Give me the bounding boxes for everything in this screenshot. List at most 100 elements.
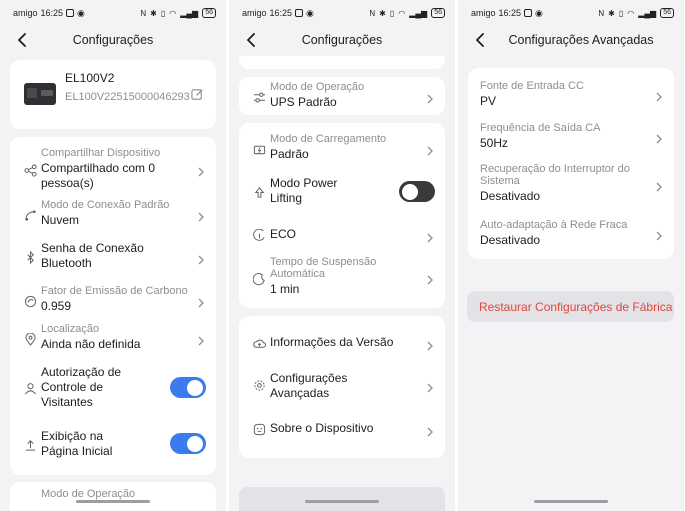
notification-icon: ◉ xyxy=(535,7,543,18)
page-header: Configurações Avançadas xyxy=(458,27,684,53)
location-value: Ainda não definida xyxy=(41,337,141,351)
location-pin-icon xyxy=(22,331,38,347)
charging-card: Modo de Carregamento Padrão Modo Power L… xyxy=(239,123,445,308)
instagram-icon xyxy=(66,9,75,17)
device-info-icon xyxy=(251,421,267,437)
settings-screen-1: amigo 16:25 ◉ N ✱ ▯ ◠ ▂▄▆ 56 Configuraçõ… xyxy=(0,0,226,511)
nfc-icon: N xyxy=(598,8,605,18)
device-image xyxy=(24,83,56,105)
operation-mode-label: Modo de Operação xyxy=(270,81,365,93)
version-info-label: Informações da Versão xyxy=(270,335,394,349)
status-bar: amigo 16:25 ◉ N ✱ ▯ ◠ ▂▄▆ 56 xyxy=(242,6,445,20)
chevron-right-icon xyxy=(198,333,206,346)
about-device-row[interactable]: Sobre o Dispositivo xyxy=(239,418,445,440)
carbon-label: Fator de Emissão de Carbono xyxy=(41,285,188,297)
visitor-control-label: Autorização de Controle de Visitantes xyxy=(41,365,122,409)
upload-cloud-icon xyxy=(251,335,267,351)
device-card: EL100V2 EL100V22515000046293 xyxy=(10,60,216,129)
breaker-recovery-row[interactable]: Recuperação do Interruptor do Sistema De… xyxy=(468,163,674,209)
chevron-right-icon xyxy=(427,272,435,285)
back-button[interactable] xyxy=(471,31,489,49)
location-row[interactable]: Localização Ainda não definida xyxy=(10,323,216,355)
factory-reset-button[interactable]: Restaurar Configurações de Fábrica xyxy=(467,291,674,322)
home-indicator[interactable] xyxy=(305,500,379,503)
operation-mode-label: Modo de Operação xyxy=(41,488,136,500)
toggle-knob xyxy=(402,183,418,200)
status-bar: amigo 16:25 ◉ N ✱ ▯ ◠ ▂▄▆ 56 xyxy=(471,6,674,20)
advanced-settings-label: Configurações Avançadas xyxy=(270,371,348,400)
carbon-factor-row[interactable]: Fator de Emissão de Carbono 0.959 xyxy=(10,285,216,317)
home-display-toggle[interactable] xyxy=(170,433,206,454)
vibrate-icon: ▯ xyxy=(389,8,395,18)
share-device-row[interactable]: Compartilhar Dispositivo Compartilhado c… xyxy=(10,147,216,193)
operation-mode-card-partial: Modo de Operação xyxy=(10,482,216,511)
ac-frequency-row[interactable]: Frequência de Saída CA 50Hz xyxy=(468,122,674,154)
advanced-settings-screen: amigo 16:25 ◉ N ✱ ▯ ◠ ▂▄▆ 56 Configuraçõ… xyxy=(458,0,684,511)
breaker-recovery-label: Recuperação do Interruptor do Sistema xyxy=(480,163,630,187)
page-title: Configurações xyxy=(72,33,154,47)
location-label: Localização xyxy=(41,323,100,335)
chevron-right-icon xyxy=(656,228,664,241)
power-lifting-row: Modo Power Lifting xyxy=(239,176,445,208)
sleep-time-row[interactable]: Tempo de Suspensão Automática 1 min xyxy=(239,256,445,302)
vibrate-icon: ▯ xyxy=(160,8,166,18)
bluetooth-password-row[interactable]: Senha de Conexão Bluetooth xyxy=(10,241,216,273)
carrier-label: amigo xyxy=(242,8,267,18)
ac-frequency-label: Frequência de Saída CA xyxy=(480,122,601,134)
page-title: Configurações Avançadas xyxy=(508,33,654,47)
battery-icon: 56 xyxy=(431,8,445,18)
home-indicator[interactable] xyxy=(534,500,608,503)
charging-mode-label: Modo de Carregamento xyxy=(270,133,387,145)
dc-input-row[interactable]: Fonte de Entrada CC PV xyxy=(468,80,674,112)
device-name: EL100V2 xyxy=(65,71,115,85)
bottom-button-partial[interactable] xyxy=(239,487,445,511)
user-icon xyxy=(22,380,38,396)
connection-mode-label: Modo de Conexão Padrão xyxy=(41,199,170,211)
bluetooth-status-icon: ✱ xyxy=(379,8,386,18)
charging-mode-row[interactable]: Modo de Carregamento Padrão xyxy=(239,133,445,165)
share-icon xyxy=(22,162,38,178)
battery-icon: 56 xyxy=(202,8,216,18)
advanced-card: Fonte de Entrada CC PV Frequência de Saí… xyxy=(468,68,674,259)
settings-screen-2: amigo 16:25 ◉ N ✱ ▯ ◠ ▂▄▆ 56 Configuraçõ… xyxy=(229,0,455,511)
chevron-right-icon xyxy=(427,338,435,351)
upload-icon xyxy=(22,437,38,453)
page-title: Configurações xyxy=(301,33,383,47)
operation-mode-card: Modo de Operação UPS Padrão xyxy=(239,77,445,115)
chevron-right-icon xyxy=(656,179,664,192)
visitor-control-row: Autorização de Controle de Visitantes xyxy=(10,365,216,411)
advanced-settings-row[interactable]: Configurações Avançadas xyxy=(239,369,445,401)
sleep-icon xyxy=(251,271,267,287)
chevron-right-icon xyxy=(427,230,435,243)
edit-icon[interactable] xyxy=(191,88,205,102)
version-info-row[interactable]: Informações da Versão xyxy=(239,332,445,354)
chevron-right-icon xyxy=(656,89,664,102)
about-device-label: Sobre o Dispositivo xyxy=(270,421,374,435)
power-lifting-icon xyxy=(251,184,267,200)
clock: 16:25 xyxy=(269,8,293,18)
signal-icon: ▂▄▆ xyxy=(180,8,199,18)
wifi-icon: ◠ xyxy=(627,8,635,18)
battery-charge-icon xyxy=(251,141,267,157)
connection-mode-value: Nuvem xyxy=(41,213,80,227)
chevron-right-icon xyxy=(198,209,206,222)
home-indicator[interactable] xyxy=(76,500,150,503)
wifi-icon: ◠ xyxy=(169,8,177,18)
device-serial: EL100V22515000046293 xyxy=(65,91,190,103)
power-lifting-toggle[interactable] xyxy=(399,181,435,202)
connection-mode-row[interactable]: Modo de Conexão Padrão Nuvem xyxy=(10,199,216,231)
share-value: Compartilhado com 0 pessoa(s) xyxy=(41,161,156,190)
weak-grid-row[interactable]: Auto-adaptação à Rede Fraca Desativado xyxy=(468,219,674,251)
visitor-control-toggle[interactable] xyxy=(170,377,206,398)
bluetooth-status-icon: ✱ xyxy=(608,8,615,18)
chevron-right-icon xyxy=(198,252,206,265)
instagram-icon xyxy=(524,9,533,17)
eco-row[interactable]: ECO xyxy=(239,224,445,246)
chevron-right-icon xyxy=(427,380,435,393)
sliders-icon xyxy=(251,89,267,105)
carrier-label: amigo xyxy=(13,8,38,18)
back-button[interactable] xyxy=(13,31,31,49)
operation-mode-row[interactable]: Modo de Operação UPS Padrão xyxy=(239,81,445,113)
battery-icon: 56 xyxy=(660,8,674,18)
back-button[interactable] xyxy=(242,31,260,49)
